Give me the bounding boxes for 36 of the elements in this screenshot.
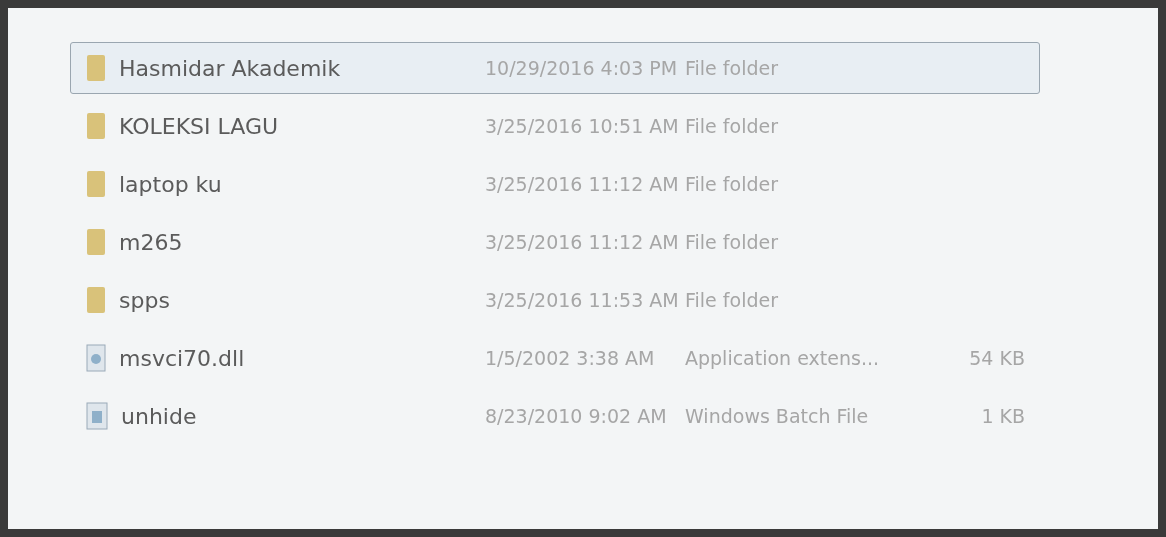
file-type: File folder: [685, 57, 779, 79]
folder-icon: [85, 53, 107, 83]
file-name: KOLEKSI LAGU: [119, 113, 279, 139]
file-name: spps: [119, 287, 170, 313]
file-type: File folder: [685, 173, 779, 195]
file-size: 1 KB: [980, 405, 1025, 427]
file-row[interactable]: KOLEKSI LAGU 3/25/2016 10:51 AM File folder: [70, 100, 1040, 152]
date-modified: 3/25/2016 11:12 AM: [485, 173, 680, 195]
file-row[interactable]: msvci70.dll 1/5/2002 3:38 AM Application extens... 54 KB: [70, 332, 1040, 384]
file-row[interactable]: spps 3/25/2016 11:53 AM File folder: [70, 274, 1040, 326]
date-modified: 10/29/2016 4:03 PM: [485, 57, 679, 79]
file-row[interactable]: unhide 8/23/2010 9:02 AM Windows Batch File 1 KB: [70, 390, 1040, 442]
file-type: File folder: [685, 231, 779, 253]
folder-icon: [85, 169, 107, 199]
file-type: File folder: [685, 289, 779, 311]
file-type: Application extens...: [685, 347, 880, 369]
file-name: msvci70.dll: [119, 345, 245, 371]
batch-file-icon: [85, 401, 109, 431]
file-row[interactable]: Hasmidar Akademik 10/29/2016 4:03 PM File folder: [70, 42, 1040, 94]
folder-icon: [85, 285, 107, 315]
file-size: 54 KB: [968, 347, 1025, 369]
date-modified: 3/25/2016 11:53 AM: [485, 289, 680, 311]
file-type: File folder: [685, 115, 779, 137]
file-name: Hasmidar Akademik: [119, 55, 341, 81]
file-type: Windows Batch File: [685, 405, 870, 427]
file-name: unhide: [121, 403, 197, 429]
folder-icon: [85, 111, 107, 141]
folder-icon: [85, 227, 107, 257]
date-modified: 1/5/2002 3:38 AM: [485, 347, 656, 369]
date-modified: 3/25/2016 10:51 AM: [485, 115, 680, 137]
file-name: m265: [119, 229, 183, 255]
file-row[interactable]: laptop ku 3/25/2016 11:12 AM File folder: [70, 158, 1040, 210]
date-modified: 8/23/2010 9:02 AM: [485, 405, 668, 427]
date-modified: 3/25/2016 11:12 AM: [485, 231, 680, 253]
file-row[interactable]: m265 3/25/2016 11:12 AM File folder: [70, 216, 1040, 268]
file-name: laptop ku: [119, 171, 222, 197]
